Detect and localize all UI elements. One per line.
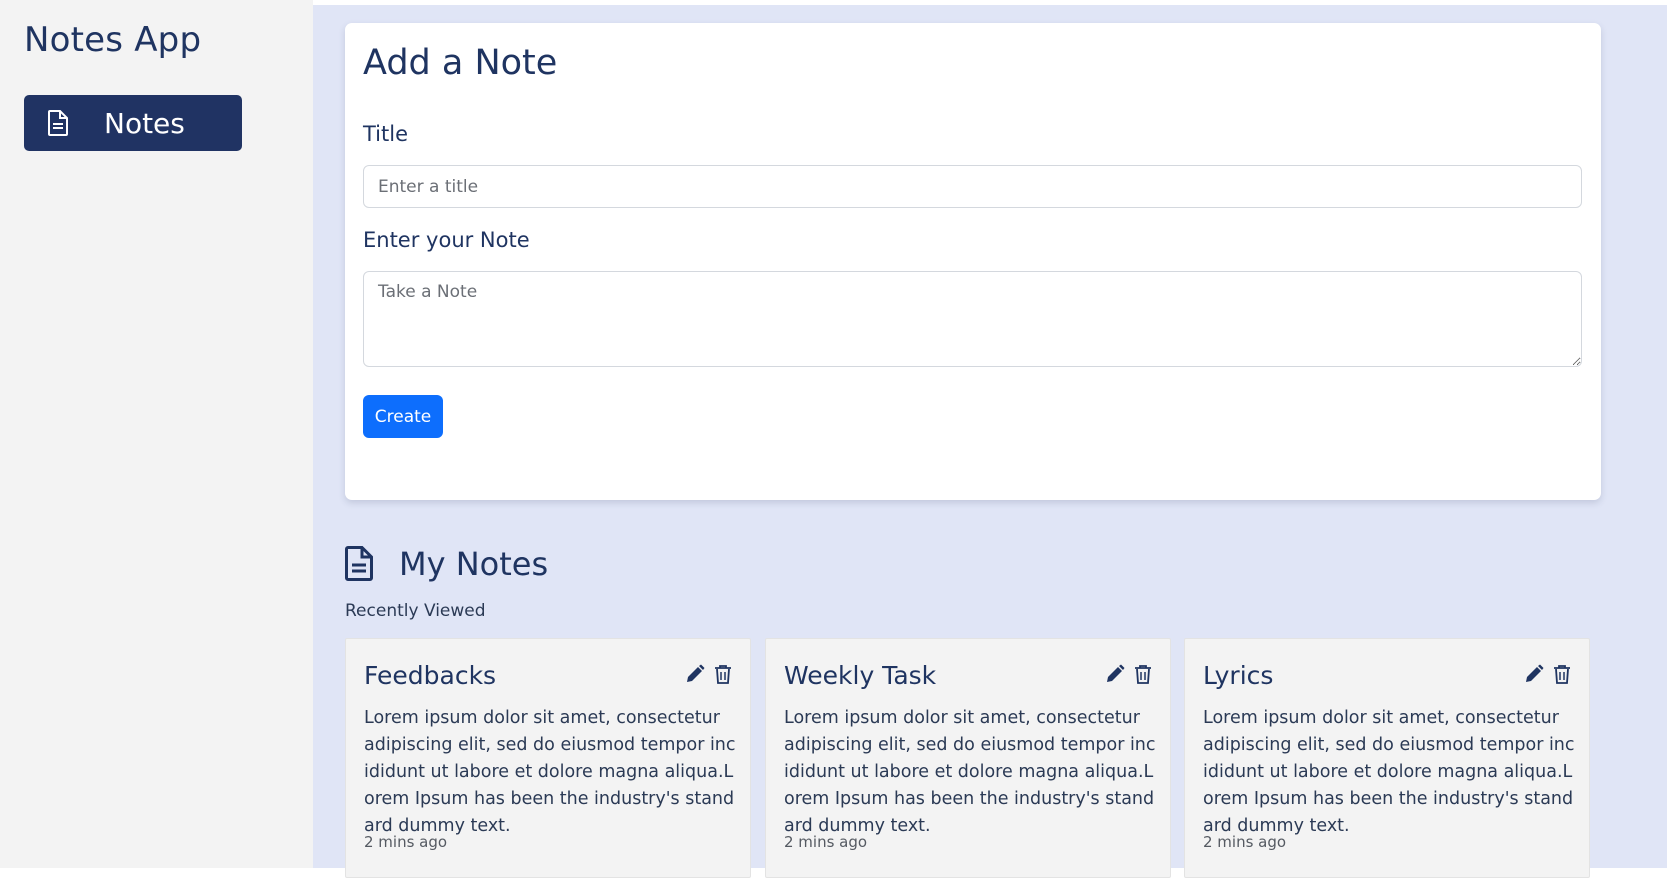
sidebar-item-label: Notes xyxy=(104,106,185,140)
sidebar: Notes App Notes xyxy=(0,0,313,868)
my-notes-heading: My Notes xyxy=(399,545,549,583)
edit-icon[interactable] xyxy=(684,663,706,685)
file-text-icon xyxy=(48,109,72,137)
note-timestamp: 2 mins ago xyxy=(1203,833,1287,851)
note-body: Lorem ipsum dolor sit amet, consectetur … xyxy=(784,708,1156,836)
add-note-card: Add a Note Title Enter your Note Create xyxy=(345,23,1601,500)
note-title: Lyrics xyxy=(1203,661,1274,690)
create-button[interactable]: Create xyxy=(363,395,443,438)
edit-icon[interactable] xyxy=(1523,663,1545,685)
app-title: Notes App xyxy=(24,20,202,60)
trash-icon[interactable] xyxy=(712,663,734,685)
note-textarea[interactable] xyxy=(363,271,1582,367)
trash-icon[interactable] xyxy=(1551,663,1573,685)
title-label: Title xyxy=(363,122,409,146)
trash-icon[interactable] xyxy=(1132,663,1154,685)
notes-app: Notes App Notes Add a Note Title Enter y… xyxy=(0,0,1667,878)
note-actions xyxy=(684,663,734,685)
main-content: Add a Note Title Enter your Note Create … xyxy=(313,5,1667,878)
document-icon xyxy=(345,546,375,582)
note-title: Weekly Task xyxy=(784,661,937,690)
recently-viewed-label: Recently Viewed xyxy=(345,601,486,621)
note-label: Enter your Note xyxy=(363,228,530,252)
note-actions xyxy=(1523,663,1573,685)
note-body: Lorem ipsum dolor sit amet, consectetur … xyxy=(1203,708,1575,836)
note-card[interactable]: Lyrics Lorem ipsum dolor sit amet, conse… xyxy=(1184,638,1590,878)
note-body: Lorem ipsum dolor sit amet, consectetur … xyxy=(364,708,736,836)
sidebar-item-notes[interactable]: Notes xyxy=(24,95,242,151)
note-card[interactable]: Weekly Task Lorem ipsum dolor sit amet, … xyxy=(765,638,1171,878)
note-actions xyxy=(1104,663,1154,685)
my-notes-header: My Notes xyxy=(345,545,548,583)
title-input[interactable] xyxy=(363,165,1582,208)
add-note-heading: Add a Note xyxy=(363,43,558,83)
edit-icon[interactable] xyxy=(1104,663,1126,685)
note-card[interactable]: Feedbacks Lorem ipsum dolor sit amet, co… xyxy=(345,638,751,878)
note-timestamp: 2 mins ago xyxy=(784,833,868,851)
note-timestamp: 2 mins ago xyxy=(364,833,448,851)
note-title: Feedbacks xyxy=(364,661,497,690)
